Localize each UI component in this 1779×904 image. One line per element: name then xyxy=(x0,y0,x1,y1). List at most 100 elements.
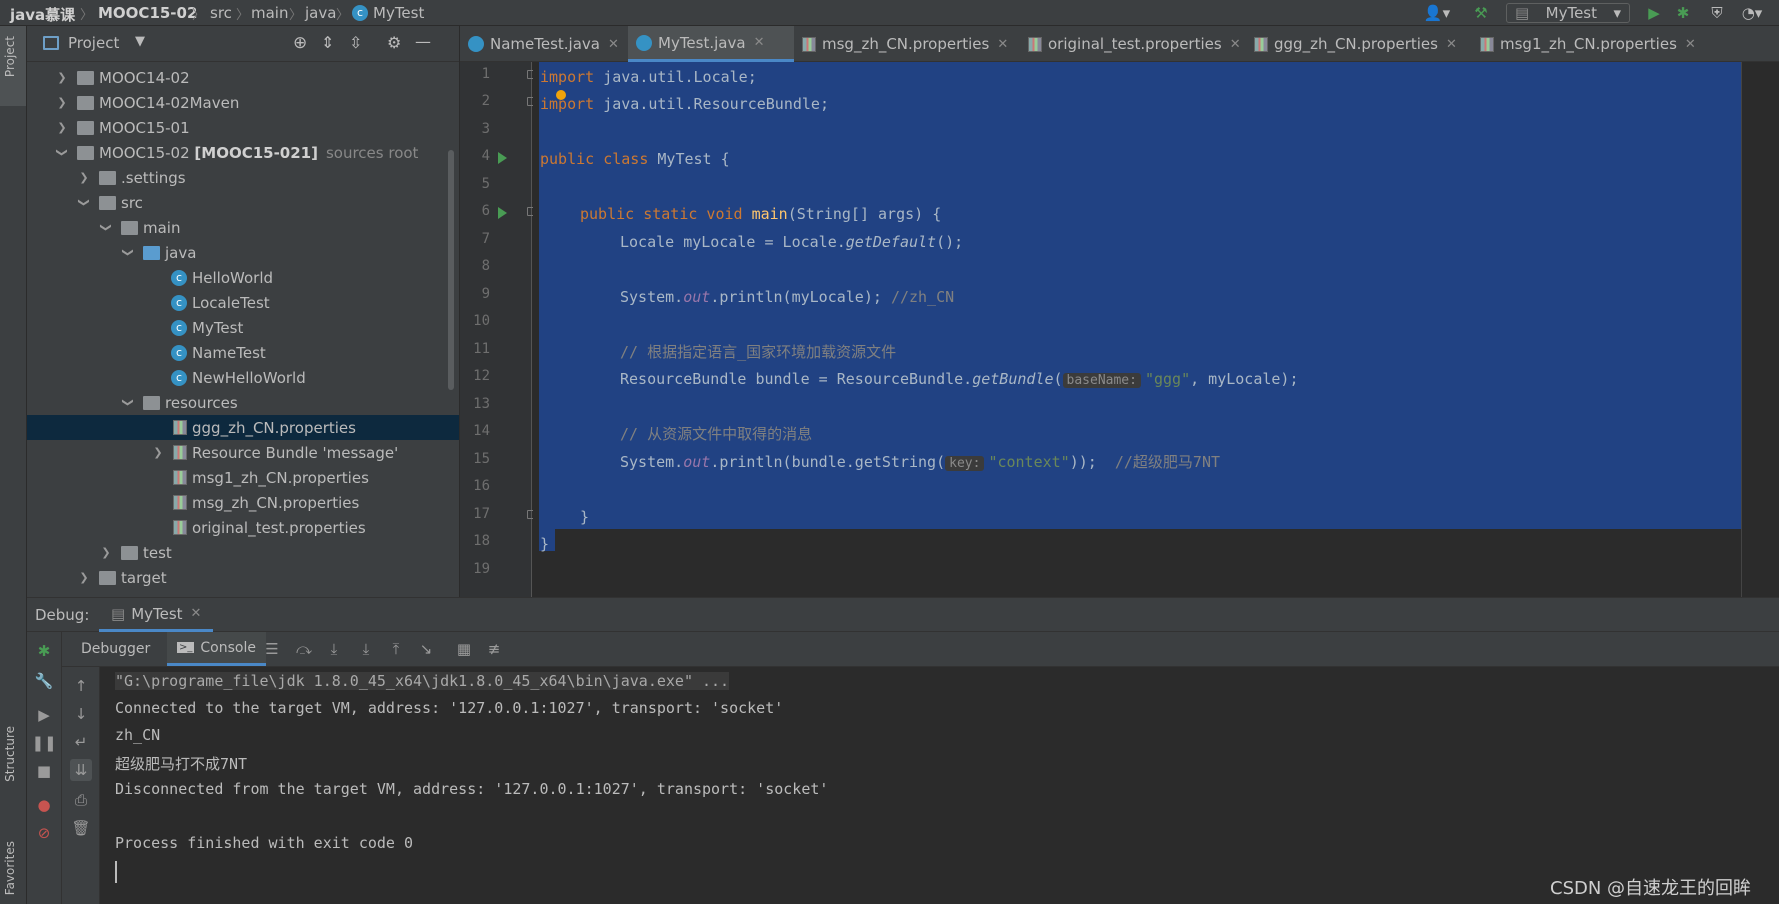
tree-item-main[interactable]: ❯ main xyxy=(27,215,459,240)
debug-icon[interactable]: ✱ xyxy=(33,640,55,662)
stop-icon[interactable]: ■ xyxy=(33,760,55,782)
close-icon[interactable]: ✕ xyxy=(191,606,202,621)
expand-all-icon[interactable]: ⇕ xyxy=(321,33,334,52)
project-tool-button[interactable]: Project xyxy=(0,26,26,106)
tree-item-target[interactable]: ❯ target xyxy=(27,565,459,590)
chevron-right-icon[interactable]: ❯ xyxy=(55,71,69,84)
tree-item-localetest[interactable]: c LocaleTest xyxy=(27,290,459,315)
tree-item-test[interactable]: ❯ test xyxy=(27,540,459,565)
project-view-title[interactable]: Project xyxy=(68,34,119,52)
tab-nametest[interactable]: NameTest.java ✕ xyxy=(460,26,628,62)
profile-icon[interactable]: ◔▾ xyxy=(1738,3,1766,23)
tab-mytest[interactable]: MyTest.java ✕ xyxy=(628,26,794,62)
debug-icon[interactable]: ✱ xyxy=(1672,3,1694,23)
close-icon[interactable]: ✕ xyxy=(1446,37,1457,52)
tree-item-ggg-properties[interactable]: ggg_zh_CN.properties xyxy=(27,415,459,440)
pause-icon[interactable]: ❚❚ xyxy=(31,732,56,754)
tree-item-mooc15-02[interactable]: ❯ MOOC15-02 [MOOC15-021] sources root xyxy=(27,140,459,165)
locate-icon[interactable]: ⊕ xyxy=(293,33,307,53)
breadcrumb-project[interactable]: java慕课 xyxy=(10,4,75,25)
scroll-to-end-icon[interactable]: ⇊ xyxy=(70,759,92,781)
tab-original-properties[interactable]: original_test.properties ✕ xyxy=(1020,26,1246,62)
tab-console[interactable]: >_ Console xyxy=(167,632,266,666)
chevron-down-icon[interactable]: ❯ xyxy=(78,196,91,210)
up-arrow-icon[interactable]: ↑ xyxy=(70,675,92,697)
resume-icon[interactable]: ▶ xyxy=(33,704,55,726)
print-icon[interactable]: ⎙ xyxy=(70,789,92,811)
close-icon[interactable]: ✕ xyxy=(1685,37,1696,52)
breakpoints-icon[interactable]: ● xyxy=(33,794,55,816)
down-arrow-icon[interactable]: ↓ xyxy=(70,703,92,725)
tree-item-msg-properties[interactable]: msg_zh_CN.properties xyxy=(27,490,459,515)
chevron-right-icon[interactable]: ❯ xyxy=(99,546,113,559)
tab-msg1-properties[interactable]: msg1_zh_CN.properties ✕ xyxy=(1472,26,1702,62)
chevron-right-icon[interactable]: ❯ xyxy=(77,571,91,584)
chevron-right-icon[interactable]: ❯ xyxy=(77,171,91,184)
editor-scrollbar[interactable] xyxy=(1741,62,1779,597)
trash-icon[interactable]: 🗑 xyxy=(70,817,92,839)
tab-ggg-properties[interactable]: ggg_zh_CN.properties ✕ xyxy=(1246,26,1472,62)
run-icon[interactable]: ▶ xyxy=(1643,3,1665,23)
project-scrollbar[interactable] xyxy=(448,150,454,390)
step-over-icon[interactable]: ⤼ xyxy=(293,638,315,660)
gear-icon[interactable]: ⚙ xyxy=(387,33,401,52)
step-out-icon[interactable]: ⤒ xyxy=(385,638,407,660)
wrench-icon[interactable]: 🔧 xyxy=(33,670,55,692)
force-step-into-icon[interactable]: ⤓ xyxy=(355,638,377,660)
tree-item-newhelloworld[interactable]: c NewHelloWorld xyxy=(27,365,459,390)
soft-wrap-icon[interactable]: ↵ xyxy=(70,731,92,753)
chevron-right-icon[interactable]: ❯ xyxy=(151,446,165,459)
breadcrumb-module[interactable]: MOOC15-02 xyxy=(98,4,197,22)
mute-breakpoints-icon[interactable]: ⊘ xyxy=(33,822,55,844)
tree-item-src[interactable]: ❯ src xyxy=(27,190,459,215)
run-gutter-icon[interactable] xyxy=(498,152,507,164)
code-editor[interactable]: import java.util.Locale; import java.uti… xyxy=(533,62,1741,597)
run-gutter-icon[interactable] xyxy=(498,207,507,219)
chevron-down-icon[interactable]: ❯ xyxy=(122,246,135,260)
chevron-right-icon[interactable]: ❯ xyxy=(55,96,69,109)
tree-item-mooc14-02[interactable]: ❯ MOOC14-02 xyxy=(27,65,459,90)
close-icon[interactable]: ✕ xyxy=(997,37,1008,52)
debug-session-tab[interactable]: ▤ MyTest ✕ xyxy=(99,598,214,632)
tab-debugger[interactable]: Debugger xyxy=(69,632,162,666)
chevron-right-icon[interactable]: ❯ xyxy=(55,121,69,134)
tree-item-original-properties[interactable]: original_test.properties xyxy=(27,515,459,540)
hide-panel-icon[interactable]: — xyxy=(415,32,431,51)
tab-msg-properties[interactable]: msg_zh_CN.properties ✕ xyxy=(794,26,1020,62)
favorites-tab-label[interactable]: Favorites xyxy=(3,841,17,895)
close-icon[interactable]: ✕ xyxy=(754,35,765,50)
list-icon[interactable]: ☰ xyxy=(261,638,283,660)
tree-item-settings[interactable]: ❯ .settings xyxy=(27,165,459,190)
chevron-down-icon[interactable]: ❯ xyxy=(122,396,135,410)
evaluate-icon[interactable]: ▦ xyxy=(453,638,475,660)
chevron-down-icon[interactable]: ❯ xyxy=(56,146,69,160)
editor-gutter[interactable]: 1 2 3 4 5 6 7 8 9 10 11 12 13 14 15 16 1… xyxy=(460,62,536,597)
coverage-icon[interactable]: ⛨ xyxy=(1706,3,1728,23)
run-config-select[interactable]: ▤ MyTest ▾ xyxy=(1506,3,1630,23)
tree-item-msg1-properties[interactable]: msg1_zh_CN.properties xyxy=(27,465,459,490)
chevron-down-icon[interactable]: ❯ xyxy=(100,221,113,235)
breadcrumb-java[interactable]: java xyxy=(305,4,336,22)
tree-item-java[interactable]: ❯ java xyxy=(27,240,459,265)
trace-icon[interactable]: ≢ xyxy=(483,638,505,660)
step-into-icon[interactable]: ⤓ xyxy=(323,638,345,660)
tree-item-mooc14-02maven[interactable]: ❯ MOOC14-02Maven xyxy=(27,90,459,115)
run-to-cursor-icon[interactable]: ↘ xyxy=(415,638,437,660)
tree-item-helloworld[interactable]: c HelloWorld xyxy=(27,265,459,290)
breadcrumb-class[interactable]: c MyTest xyxy=(352,4,424,22)
user-icon[interactable]: 👤▾ xyxy=(1420,3,1454,23)
breadcrumb-src[interactable]: src xyxy=(210,4,232,22)
tree-item-resources[interactable]: ❯ resources xyxy=(27,390,459,415)
console-output[interactable]: "G:\programe_file\jdk 1.8.0_45_x64\jdk1.… xyxy=(100,667,1779,904)
chevron-down-icon[interactable]: ▼ xyxy=(135,34,145,49)
close-icon[interactable]: ✕ xyxy=(608,37,619,52)
tree-item-mytest[interactable]: c MyTest xyxy=(27,315,459,340)
tree-item-nametest[interactable]: c NameTest xyxy=(27,340,459,365)
build-hammer-icon[interactable]: ⚒ xyxy=(1470,3,1492,23)
breadcrumb-main[interactable]: main xyxy=(251,4,288,22)
close-icon[interactable]: ✕ xyxy=(1230,37,1241,52)
structure-tab-label[interactable]: Structure xyxy=(3,726,17,782)
collapse-all-icon[interactable]: ⇳ xyxy=(349,33,362,52)
tree-item-resource-bundle[interactable]: ❯ Resource Bundle 'message' xyxy=(27,440,459,465)
tree-item-mooc15-01[interactable]: ❯ MOOC15-01 xyxy=(27,115,459,140)
